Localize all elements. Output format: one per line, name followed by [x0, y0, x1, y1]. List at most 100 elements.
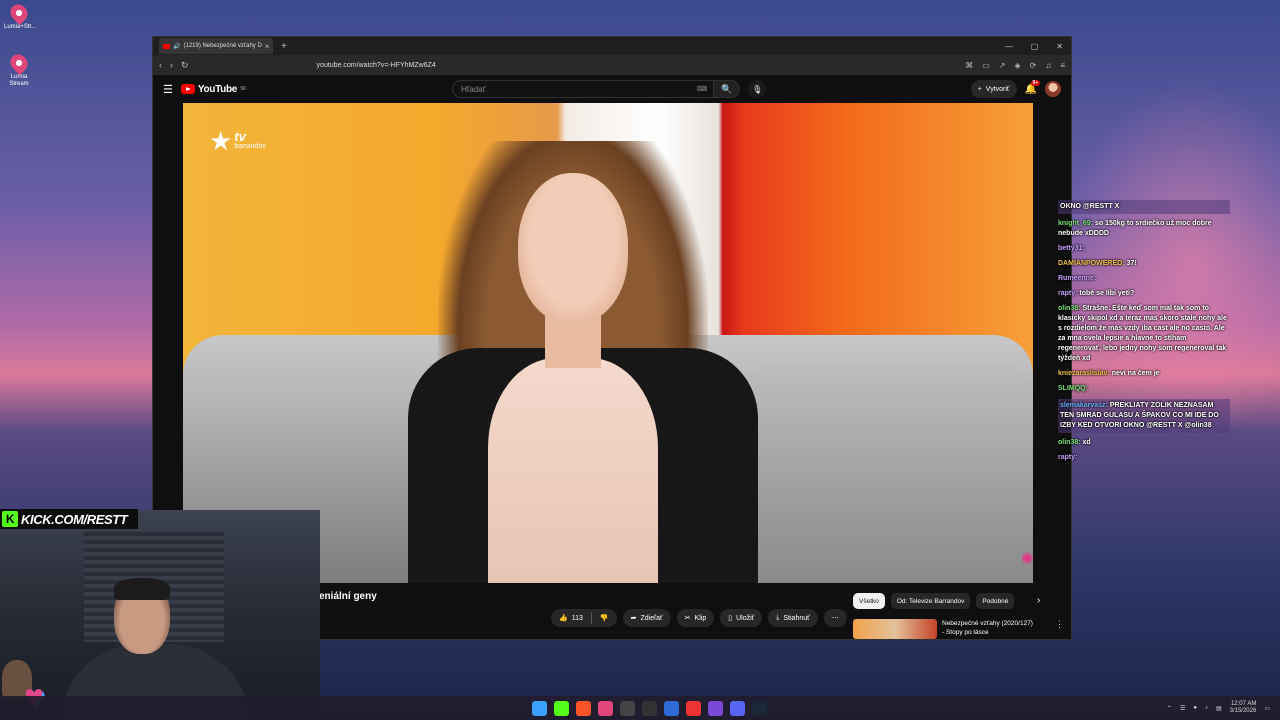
channel-watermark: ★ tv barrandov: [209, 126, 266, 156]
audio-icon[interactable]: 🔊: [173, 43, 180, 50]
discord-icon[interactable]: [730, 700, 745, 716]
network-icon[interactable]: ▤: [1216, 705, 1222, 712]
chat-text: Strašne. Ešte keď som mal tak som to kla…: [1058, 305, 1227, 362]
save-button[interactable]: ▯ Uložiť: [720, 609, 763, 627]
chat-username[interactable]: slemakarvasz:: [1060, 402, 1108, 409]
kick-logo-icon: K: [2, 511, 18, 527]
desktop-icon-lumia-stream[interactable]: Lumia Stream: [4, 50, 34, 88]
chevron-up-icon[interactable]: ⌃: [1167, 705, 1172, 712]
share-icon[interactable]: ↗: [999, 61, 1006, 70]
chat-message: OKNO @RESTT X: [1058, 200, 1230, 214]
chat-username[interactable]: olin38:: [1058, 305, 1081, 312]
microphone-icon[interactable]: ●: [1193, 705, 1197, 711]
more-actions-button[interactable]: ⋯: [823, 609, 847, 627]
app-icon[interactable]: [664, 700, 679, 716]
clip-button[interactable]: ✂ Klip: [676, 609, 715, 627]
steam-icon[interactable]: [752, 700, 767, 716]
star-icon: ★: [209, 126, 233, 156]
chip-all[interactable]: Všetko: [853, 593, 885, 609]
close-tab-icon[interactable]: ×: [265, 42, 270, 51]
chat-username[interactable]: SLIMQQ:: [1058, 385, 1088, 392]
browser-tab-youtube[interactable]: 🔊 (1219) Nebezpečné vzťahy D ×: [159, 38, 273, 54]
taskbar-apps: [532, 700, 767, 716]
lumia-stream-icon: [6, 0, 32, 26]
translate-icon[interactable]: ⌘: [965, 61, 973, 70]
youtube-play-icon: [180, 84, 195, 94]
voice-search-button[interactable]: 🎙: [748, 80, 767, 98]
microphone-icon: 🎙: [752, 84, 763, 94]
volume-icon[interactable]: ♪: [1205, 705, 1208, 711]
lumia-stream-icon[interactable]: [598, 700, 613, 716]
chat-message: knight_69: so 150kg to srdiečko už moc d…: [1058, 219, 1230, 239]
recommended-subtitle: - Stopy po lásce: [942, 629, 989, 636]
browser-toolbar: ⌘ ▭ ↗ ◈ ⟳ ♫ ≡: [965, 61, 1065, 70]
video-person-blouse: [488, 358, 658, 583]
chat-message: olin38: Strašne. Ešte keď som mal tak so…: [1058, 304, 1230, 364]
new-tab-button[interactable]: +: [281, 41, 287, 52]
search-input[interactable]: Hľadať ⌨: [452, 80, 715, 98]
reload-icon[interactable]: ↻: [181, 60, 189, 71]
menu-icon[interactable]: ≡: [1060, 61, 1065, 70]
chat-username[interactable]: betty31:: [1058, 245, 1085, 252]
dislike-icon[interactable]: 👎: [600, 614, 609, 622]
video-title: eniální geny: [319, 591, 377, 602]
chat-message: SLIMQQ:: [1058, 384, 1230, 394]
download-button[interactable]: ⤓ Stiahnuť: [768, 609, 818, 627]
lumia-stream-icon: [6, 50, 32, 76]
sidebar-icon[interactable]: ⟳: [1030, 61, 1037, 70]
bookmark-icon: ▯: [728, 615, 733, 622]
chat-username[interactable]: rapty:: [1058, 454, 1077, 461]
youtube-logo[interactable]: YouTube SK: [180, 84, 246, 95]
xbox-icon[interactable]: [642, 700, 657, 716]
extension-icon[interactable]: ◈: [1014, 61, 1020, 70]
create-button[interactable]: + Vytvoriť: [970, 80, 1017, 98]
chat-username[interactable]: kniezaraslislav:: [1058, 370, 1110, 377]
stream-chat: OKNO @RESTT X knight_69: so 150kg to srdi…: [1058, 200, 1230, 468]
chat-text: nevi na čem je: [1111, 370, 1160, 377]
like-icon[interactable]: 👍: [559, 614, 568, 622]
address-bar[interactable]: youtube.com/watch?v=-HFYhMZw6Z4: [317, 62, 436, 69]
twitch-icon[interactable]: [708, 700, 723, 716]
chip-from-channel[interactable]: Od: Televize Barrandov: [890, 593, 971, 609]
close-window-icon[interactable]: ✕: [1056, 42, 1063, 51]
like-dislike-button[interactable]: 👍 113 👎: [551, 609, 617, 627]
recording-app-icon[interactable]: [686, 700, 701, 716]
chat-username[interactable]: Rumeenne:: [1058, 275, 1096, 282]
notifications-button[interactable]: 🔔 9+: [1025, 79, 1041, 95]
share-button[interactable]: ➦ Zdieľať: [622, 609, 671, 627]
account-avatar[interactable]: [1045, 81, 1061, 97]
brave-browser-icon[interactable]: [576, 700, 591, 716]
obs-icon[interactable]: [620, 700, 635, 716]
hamburger-menu-icon[interactable]: ☰: [163, 83, 173, 96]
chat-username[interactable]: knight_69:: [1058, 220, 1093, 227]
extensions-icon[interactable]: ♫: [1045, 61, 1051, 70]
chat-username[interactable]: DAMIANPOWERED:: [1058, 260, 1125, 267]
keyboard-icon[interactable]: ⌨: [697, 85, 707, 93]
kick-app-icon[interactable]: [554, 700, 569, 716]
notification-badge: 9+: [1030, 79, 1041, 86]
chat-username[interactable]: rapty:: [1058, 290, 1077, 297]
chip-related[interactable]: Podobné: [976, 593, 1015, 609]
recommendation-chips: Všetko Od: Televize Barrandov Podobné: [853, 593, 1015, 609]
more-vertical-icon[interactable]: ⋮: [1055, 619, 1064, 639]
screenshot-icon[interactable]: ▭: [982, 61, 990, 70]
chat-username[interactable]: olin38:: [1058, 439, 1081, 446]
maximize-icon[interactable]: ▢: [1031, 42, 1039, 51]
forward-icon[interactable]: ›: [170, 60, 173, 70]
chat-message: olin38: xd: [1058, 438, 1230, 448]
wifi-icon[interactable]: ☰: [1180, 705, 1185, 712]
recommended-video[interactable]: Nebezpečné vzťahy (2020/127) - Stopy po …: [853, 619, 1064, 639]
chevron-right-icon[interactable]: ›: [1037, 595, 1040, 606]
plus-icon: +: [977, 85, 982, 93]
notification-center-icon[interactable]: ▭: [1264, 705, 1270, 712]
recommended-thumbnail[interactable]: [853, 619, 937, 639]
kick-banner: K KICK.COM/RESTT: [0, 509, 138, 529]
back-icon[interactable]: ‹: [159, 60, 162, 70]
search-button[interactable]: 🔍: [714, 80, 741, 98]
desktop-icon-lumia-stream-plus[interactable]: Lumia+Str...: [4, 0, 36, 31]
youtube-header: ☰ YouTube SK Hľadať ⌨ 🔍 🎙 + Vytvoriť 🔔 9…: [153, 75, 1071, 103]
windows-start-icon[interactable]: [532, 700, 547, 716]
minimize-icon[interactable]: —: [1005, 42, 1013, 51]
clock[interactable]: 12:07 AM 3/15/2026: [1230, 701, 1257, 715]
chat-message: rapty: tobě se líbí yeti?: [1058, 289, 1230, 299]
